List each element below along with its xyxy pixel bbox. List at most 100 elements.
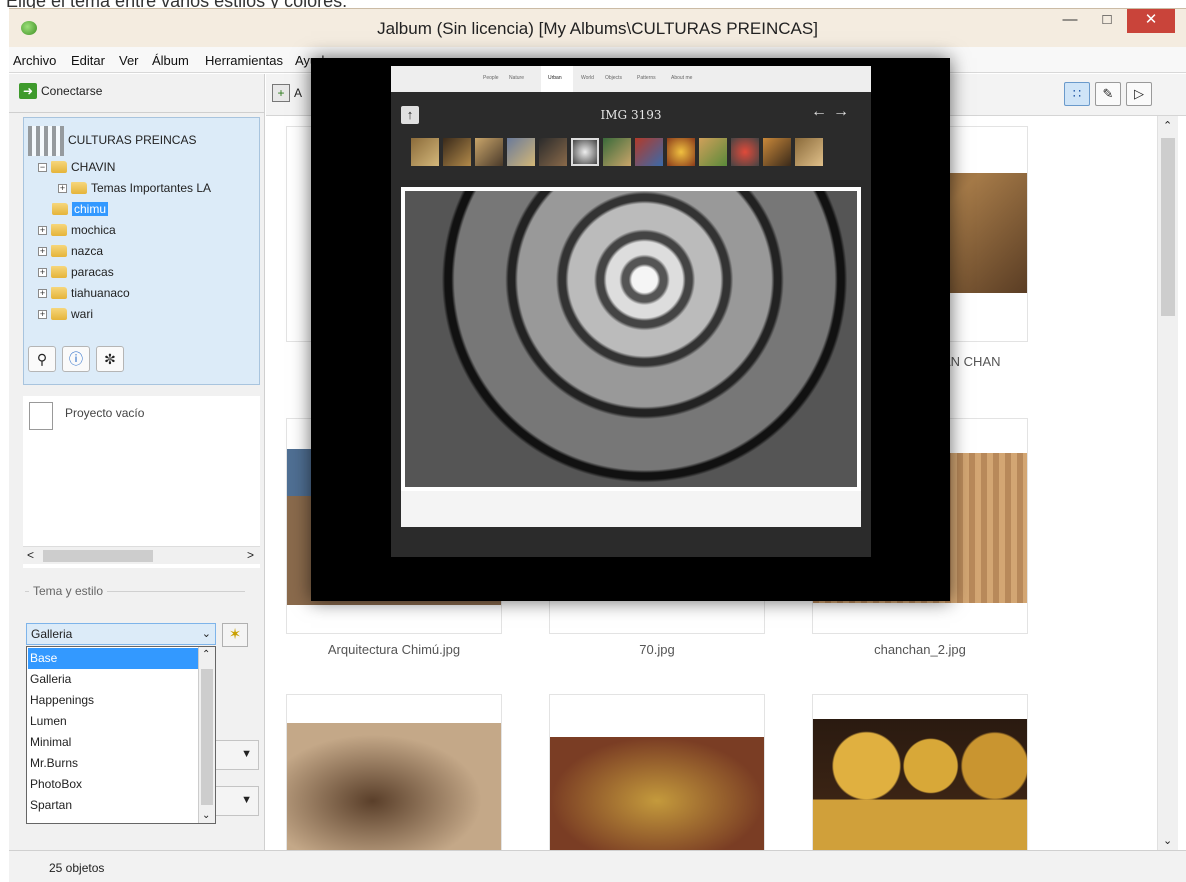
filmstrip-thumb-current xyxy=(571,138,599,166)
theme-option[interactable]: Spartan xyxy=(28,795,199,816)
pencil-icon: ✎ xyxy=(1102,86,1114,101)
menu-herramientas[interactable]: Herramientas xyxy=(205,53,283,68)
minimize-button[interactable]: — xyxy=(1055,9,1085,33)
filmstrip-thumb xyxy=(635,138,663,166)
scroll-thumb[interactable] xyxy=(43,550,153,562)
connect-button[interactable]: ➜ Conectarse xyxy=(19,83,102,105)
theme-select-value: Galleria xyxy=(31,627,73,641)
filmstrip-thumb xyxy=(443,138,471,166)
tree-item-paracas[interactable]: + paracas xyxy=(38,263,114,281)
theme-option[interactable]: Mr.Burns xyxy=(28,753,199,774)
filmstrip-thumb xyxy=(795,138,823,166)
close-button[interactable]: ✕ xyxy=(1127,9,1175,33)
object-count: 25 objetos xyxy=(49,861,105,875)
filmstrip-thumb xyxy=(699,138,727,166)
theme-option[interactable]: Minimal xyxy=(28,732,199,753)
thumbnail-card[interactable] xyxy=(286,694,502,854)
scroll-up-icon[interactable]: ⌃ xyxy=(1163,119,1172,132)
thumbnail-image xyxy=(287,723,501,853)
menu-album[interactable]: Álbum xyxy=(152,53,189,68)
thumbnail-view-button[interactable]: ∷ xyxy=(1064,82,1090,106)
expand-icon[interactable]: + xyxy=(38,247,47,257)
edit-view-button[interactable]: ✎ xyxy=(1095,82,1121,106)
theme-preview-popup: People Nature Urban World Objects Patter… xyxy=(311,58,950,601)
scroll-thumb[interactable] xyxy=(201,669,213,805)
preview-nav: People Nature Urban World Objects Patter… xyxy=(391,66,871,92)
tree-item-nazca[interactable]: + nazca xyxy=(38,242,103,260)
divider xyxy=(9,112,264,113)
search-button[interactable]: ⚲ xyxy=(28,346,56,372)
thumbnail-card[interactable] xyxy=(549,694,765,854)
filmstrip-thumb xyxy=(731,138,759,166)
preview-nav-item: Patterns xyxy=(637,75,656,81)
content-vertical-scrollbar[interactable]: ⌃ ⌄ xyxy=(1157,116,1178,850)
expand-icon[interactable]: + xyxy=(38,310,47,320)
left-panel: ➜ Conectarse CULTURAS PREINCAS − CHAVIN + T… xyxy=(9,74,265,850)
thumbnail-card[interactable] xyxy=(812,694,1028,854)
scroll-left-icon[interactable]: < xyxy=(27,548,34,562)
scroll-down-icon[interactable]: ⌄ xyxy=(202,810,210,821)
maximize-button[interactable]: □ xyxy=(1092,9,1122,33)
theme-option[interactable]: PhotoBox xyxy=(28,774,199,795)
filmstrip-thumb xyxy=(411,138,439,166)
thumbnail-image xyxy=(550,737,764,853)
collapse-icon[interactable]: − xyxy=(38,163,47,173)
preview-nav-item: Nature xyxy=(509,75,525,81)
tree-item-chimu[interactable]: chimu xyxy=(52,200,109,218)
grid-icon: ∷ xyxy=(1072,86,1082,101)
expand-icon[interactable]: + xyxy=(38,268,47,278)
menu-editar[interactable]: Editar xyxy=(71,53,105,68)
tree-item-chavin[interactable]: − CHAVIN xyxy=(38,158,115,176)
expand-icon[interactable]: + xyxy=(38,226,47,236)
folder-icon xyxy=(51,223,67,236)
theme-option[interactable]: Happenings xyxy=(28,690,199,711)
folder-icon xyxy=(51,307,67,320)
menu-ver[interactable]: Ver xyxy=(119,53,139,68)
tree-item-mochica[interactable]: + mochica xyxy=(38,221,116,239)
folder-icon xyxy=(51,160,67,173)
expand-icon[interactable]: + xyxy=(58,184,67,194)
folder-icon xyxy=(51,244,67,257)
info-button[interactable]: ⓘ xyxy=(62,346,90,372)
scroll-down-icon[interactable]: ⌄ xyxy=(1163,834,1172,847)
theme-option[interactable]: Base xyxy=(28,648,199,669)
tree-root[interactable]: CULTURAS PREINCAS xyxy=(28,124,196,156)
tree-item-temas-importantes[interactable]: + Temas Importantes LA xyxy=(58,179,211,197)
scroll-thumb[interactable] xyxy=(1161,138,1175,316)
thumbnail-caption: 70.jpg xyxy=(639,642,675,657)
status-bar: 25 objetos xyxy=(9,850,1186,882)
thumbnail-caption: chanchan_2.jpg xyxy=(874,642,966,657)
tree-item-wari[interactable]: + wari xyxy=(38,305,93,323)
skin-star-icon: ✶ xyxy=(228,626,242,643)
dropdown-scrollbar[interactable]: ⌃ ⌄ xyxy=(198,647,215,823)
connect-icon: ➜ xyxy=(19,83,37,99)
theme-settings-button[interactable]: ✶ xyxy=(222,623,248,647)
project-panel: Proyecto vacío xyxy=(23,396,260,568)
filmstrip-thumb xyxy=(475,138,503,166)
jalbum-window: Elige el tema entre varios estilos y col… xyxy=(0,0,1186,882)
folder-icon xyxy=(71,181,87,194)
preview-image-title: IMG 3193 xyxy=(600,108,662,122)
chevron-down-icon[interactable]: ▼ xyxy=(241,748,252,760)
theme-select[interactable]: Galleria ⌄ xyxy=(26,623,216,645)
theme-option[interactable]: Galleria xyxy=(28,669,199,690)
add-icon: + xyxy=(277,86,285,100)
add-button[interactable]: + xyxy=(272,84,290,102)
expand-icon[interactable]: + xyxy=(38,289,47,299)
tag-button[interactable]: ✼ xyxy=(96,346,124,372)
preview-nav-item: World xyxy=(581,75,594,81)
tree-item-tiahuanaco[interactable]: + tiahuanaco xyxy=(38,284,130,302)
filmstrip-thumb xyxy=(763,138,791,166)
chevron-down-icon[interactable]: ▼ xyxy=(241,794,252,806)
thumbnail-caption: Arquitectura Chimú.jpg xyxy=(327,642,461,657)
theme-section-label: Tema y estilo xyxy=(29,584,108,598)
window-title: Jalbum (Sin licencia) [My Albums\CULTURA… xyxy=(377,19,818,38)
scroll-right-icon[interactable]: > xyxy=(247,548,254,562)
theme-dropdown-list[interactable]: Base Galleria Happenings Lumen Minimal M… xyxy=(26,646,216,824)
preview-view-button[interactable]: ▷ xyxy=(1126,82,1152,106)
theme-option[interactable]: Lumen xyxy=(28,711,199,732)
chevron-down-icon[interactable]: ⌄ xyxy=(202,627,211,640)
menu-archivo[interactable]: Archivo xyxy=(13,53,56,68)
scroll-up-icon[interactable]: ⌃ xyxy=(202,649,210,660)
left-horizontal-scrollbar[interactable]: < > xyxy=(23,546,260,564)
